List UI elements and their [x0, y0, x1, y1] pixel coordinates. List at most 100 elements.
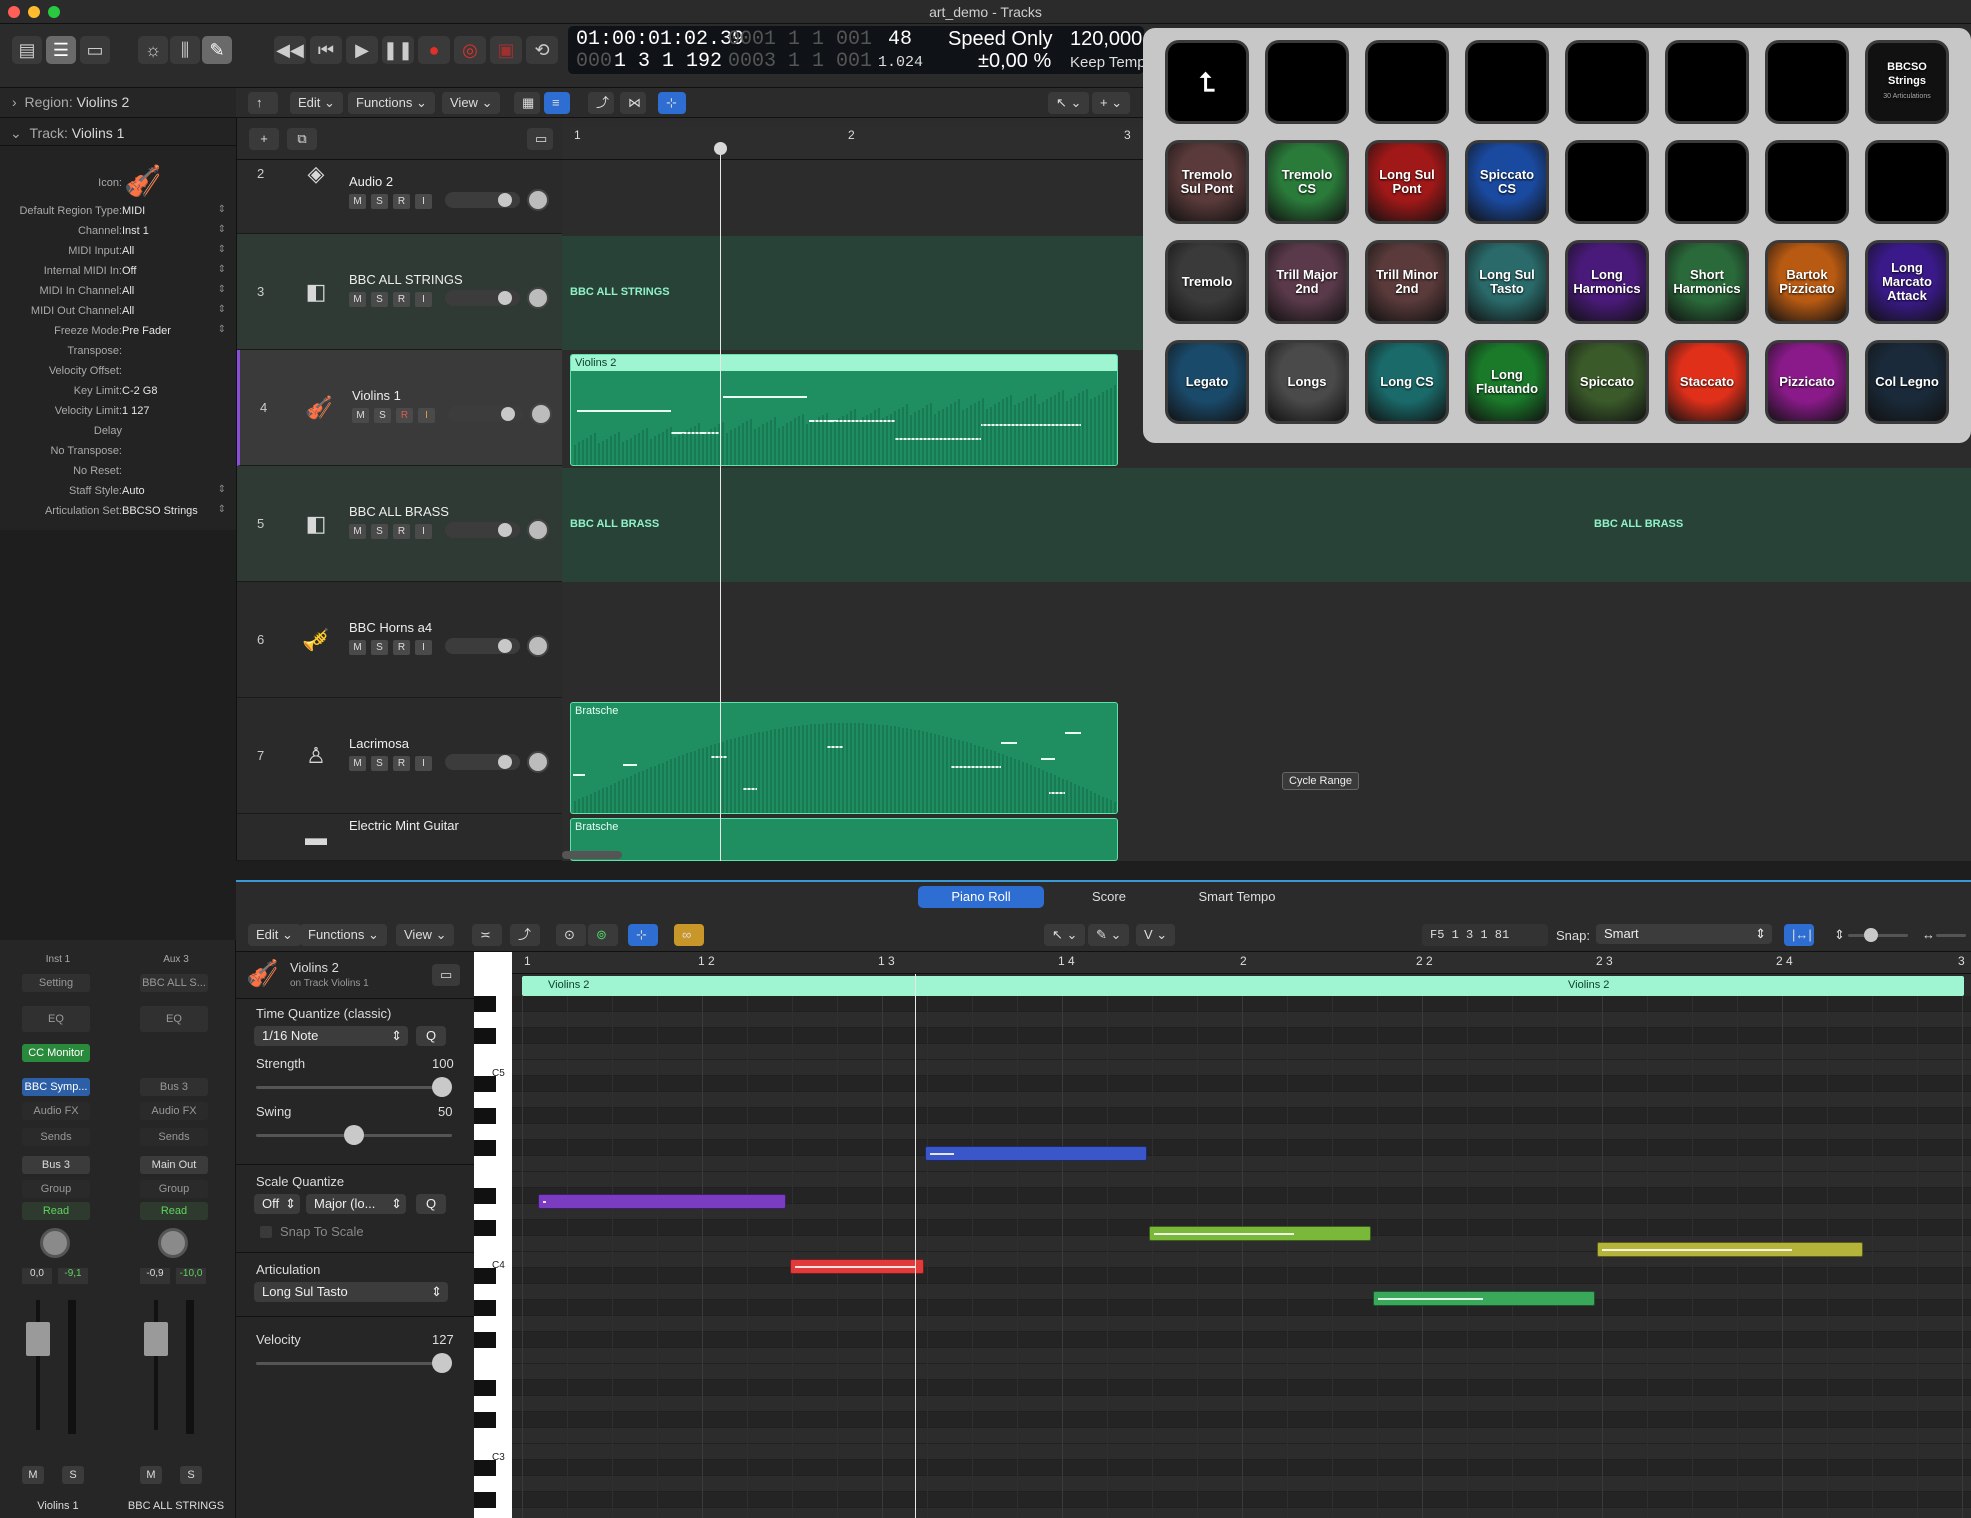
- mixer-icon[interactable]: ⫼: [170, 36, 200, 64]
- tab-piano-roll[interactable]: Piano Roll: [918, 886, 1044, 908]
- stepper-icon[interactable]: ⇕: [218, 484, 226, 495]
- time-quantize-select[interactable]: 1/16 Note ⇕: [254, 1026, 408, 1046]
- articulation-key[interactable]: Trill Major 2nd: [1265, 240, 1349, 324]
- playhead-handle[interactable]: [714, 142, 727, 155]
- track-pan-knob[interactable]: [527, 519, 549, 541]
- articulation-key[interactable]: Trill Minor 2nd: [1365, 240, 1449, 324]
- solo-button[interactable]: S: [371, 524, 388, 539]
- tab-score[interactable]: Score: [1046, 886, 1172, 908]
- go-to-start-icon[interactable]: ⏮: [310, 36, 342, 64]
- scale-quantize-scale-select[interactable]: Major (lo... ⇕: [306, 1194, 406, 1214]
- track-volume-slider[interactable]: [445, 192, 520, 208]
- articulation-key[interactable]: Long Sul Tasto: [1465, 240, 1549, 324]
- audio-fx-slot[interactable]: Audio FX: [140, 1102, 208, 1120]
- cc-monitor-button[interactable]: CC Monitor: [22, 1044, 90, 1062]
- inspector-row[interactable]: No Reset:: [0, 462, 236, 482]
- automation-mode[interactable]: Read: [22, 1202, 90, 1220]
- pr-hzoom-fit-icon[interactable]: |↔|: [1784, 924, 1814, 946]
- track-header[interactable]: 5 ◧ BBC ALL BRASS M S R I: [237, 466, 563, 582]
- plugin-slot[interactable]: Bus 3: [140, 1078, 208, 1096]
- record-enable-button[interactable]: R: [393, 640, 410, 655]
- lcd-display[interactable]: 01:00:01:02.39 0001 1 1 001 000 1 3 1 19…: [568, 26, 1146, 74]
- playhead[interactable]: [720, 142, 721, 861]
- inspector-row[interactable]: Articulation Set: BBCSO Strings ⇕: [0, 502, 236, 522]
- input-monitor-button[interactable]: I: [415, 756, 432, 771]
- midi-note[interactable]: [1597, 1242, 1863, 1257]
- toolbar-toggle-icon[interactable]: ▭: [80, 36, 110, 64]
- horizontal-scrollbar[interactable]: [562, 851, 622, 859]
- empty-key[interactable]: [1465, 40, 1549, 124]
- inspector-row[interactable]: Key Limit: C-2 G8: [0, 382, 236, 402]
- rewind-icon[interactable]: ◀◀: [274, 36, 306, 64]
- track-pan-knob[interactable]: [530, 403, 552, 425]
- mute-button[interactable]: M: [349, 640, 366, 655]
- input-monitor-button[interactable]: I: [415, 292, 432, 307]
- add-track-icon[interactable]: +: [249, 128, 279, 150]
- pr-hzoom-icon[interactable]: ↔: [1914, 924, 1935, 946]
- group-slot[interactable]: Group: [140, 1180, 208, 1198]
- track-pan-knob[interactable]: [527, 635, 549, 657]
- articulation-key[interactable]: Legato: [1165, 340, 1249, 424]
- empty-key[interactable]: [1765, 140, 1849, 224]
- track-header[interactable]: 4 🎻 Violins 1 MSRI: [237, 350, 563, 466]
- empty-key[interactable]: [1765, 40, 1849, 124]
- choir-icon[interactable]: ♙: [302, 742, 330, 770]
- input-monitor-button[interactable]: I: [415, 194, 432, 209]
- articulation-key[interactable]: Tremolo CS: [1265, 140, 1349, 224]
- grid-view-icon[interactable]: ▦: [514, 92, 540, 114]
- track-header[interactable]: 7 ♙ Lacrimosa M S R I: [237, 698, 563, 814]
- articulation-key[interactable]: Spiccato: [1565, 340, 1649, 424]
- strength-knob[interactable]: [432, 1077, 452, 1097]
- input-monitor-button[interactable]: I: [418, 408, 435, 423]
- midi-note[interactable]: [1149, 1226, 1371, 1241]
- record-enable-button[interactable]: R: [393, 292, 410, 307]
- inspector-row[interactable]: Default Region Type: MIDI ⇕: [0, 202, 236, 222]
- articulation-key[interactable]: Long Flautando: [1465, 340, 1549, 424]
- setting-button[interactable]: BBC ALL S...: [140, 974, 208, 992]
- articulation-key[interactable]: Longs: [1265, 340, 1349, 424]
- punch-icon[interactable]: ▣: [490, 36, 522, 64]
- empty-key[interactable]: [1665, 40, 1749, 124]
- violin-icon[interactable]: 🎻: [305, 394, 333, 422]
- pr-pencil-tool-icon[interactable]: ✎ ⌄: [1088, 924, 1130, 946]
- track-name[interactable]: Violins 1: [352, 388, 401, 403]
- stepper-icon[interactable]: ⇕: [218, 264, 226, 275]
- catch-icon[interactable]: ↑: [248, 92, 278, 114]
- inspector-row[interactable]: Channel: Inst 1 ⇕: [0, 222, 236, 242]
- pr-vzoom-icon[interactable]: ⇕: [1826, 924, 1846, 946]
- track-inspector-header[interactable]: ⌄ Track: Violins 1: [0, 118, 236, 146]
- pr-midi-out-icon[interactable]: ⊚: [588, 924, 618, 946]
- stack-icon[interactable]: ◧: [302, 510, 330, 538]
- waveform-icon[interactable]: ◈: [302, 160, 330, 188]
- volume-fader[interactable]: [26, 1322, 50, 1356]
- library-icon[interactable]: ▤: [12, 36, 42, 64]
- time-quantize-q-button[interactable]: Q: [416, 1026, 446, 1046]
- articulation-key[interactable]: Tremolo Sul Pont: [1165, 140, 1249, 224]
- articulation-key[interactable]: Pizzicato: [1765, 340, 1849, 424]
- automation-icon[interactable]: ⤴: [588, 92, 614, 114]
- edit-menu[interactable]: Edit ⌄: [290, 92, 343, 114]
- track-name[interactable]: BBC Horns a4: [349, 620, 432, 635]
- guitar-icon[interactable]: ▬: [302, 824, 330, 852]
- pr-vzoom-slider[interactable]: [1848, 934, 1908, 937]
- track-name[interactable]: BBC ALL STRINGS: [349, 272, 463, 287]
- solo-button[interactable]: S: [371, 292, 388, 307]
- sends-slot[interactable]: Sends: [140, 1128, 208, 1146]
- pr-snap-icon[interactable]: ⊹: [628, 924, 658, 946]
- mute-button[interactable]: M: [349, 292, 366, 307]
- articulation-key[interactable]: Bartok Pizzicato: [1765, 240, 1849, 324]
- inspector-icon[interactable]: ☰: [46, 36, 76, 64]
- record-enable-button[interactable]: R: [393, 524, 410, 539]
- volume-fader[interactable]: [144, 1322, 168, 1356]
- stepper-icon[interactable]: ⇕: [218, 244, 226, 255]
- solo-button[interactable]: S: [374, 408, 391, 423]
- sends-slot[interactable]: Sends: [22, 1128, 90, 1146]
- stack-icon[interactable]: ◧: [302, 278, 330, 306]
- empty-key[interactable]: [1265, 40, 1349, 124]
- scale-quantize-q-button[interactable]: Q: [416, 1194, 446, 1214]
- piano-keyboard[interactable]: C5 C4 C3: [474, 952, 512, 1518]
- list-view-icon[interactable]: ≡: [544, 92, 570, 114]
- pr-vzoom-knob[interactable]: [1864, 928, 1878, 942]
- pr-hzoom-slider[interactable]: [1936, 934, 1966, 937]
- strings-folder-label[interactable]: BBC ALL STRINGS: [570, 286, 670, 298]
